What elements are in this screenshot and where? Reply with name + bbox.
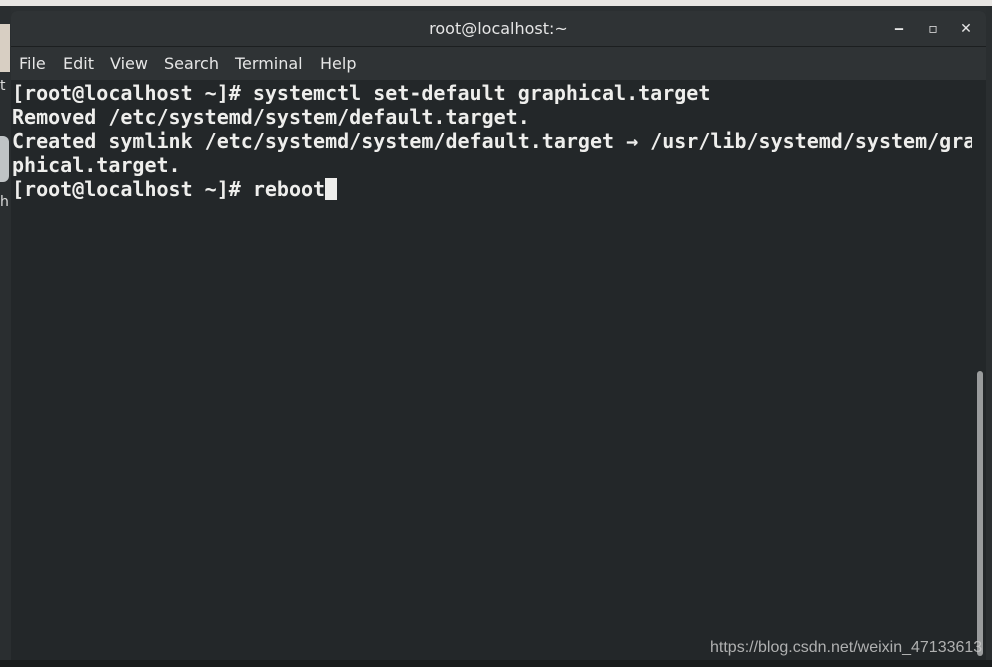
- desktop-top-bar: [0, 0, 992, 6]
- close-icon[interactable]: ✕: [956, 19, 976, 39]
- window-title: root@localhost:~: [429, 19, 568, 38]
- desktop-file-icon[interactable]: [0, 24, 10, 72]
- desktop-icon-label: t: [0, 78, 6, 94]
- scrollbar-thumb[interactable]: [977, 371, 983, 656]
- text-cursor: [325, 178, 338, 200]
- title-bar[interactable]: root@localhost:~ ‒ ▫ ✕: [11, 11, 986, 47]
- menu-search[interactable]: Search: [164, 54, 219, 73]
- terminal-window: root@localhost:~ ‒ ▫ ✕ File Edit View Se…: [11, 11, 986, 660]
- maximize-icon[interactable]: ▫: [923, 19, 943, 39]
- menu-edit[interactable]: Edit: [63, 54, 94, 73]
- terminal-line: Removed /etc/systemd/system/default.targ…: [12, 105, 530, 129]
- terminal-line: Created symlink /etc/systemd/system/defa…: [12, 129, 976, 153]
- menu-bar: File Edit View Search Terminal Help: [11, 47, 986, 80]
- desktop-background: [0, 6, 11, 667]
- scrollbar[interactable]: [972, 80, 986, 660]
- terminal-line: [root@localhost ~]# systemctl set-defaul…: [12, 81, 711, 105]
- menu-file[interactable]: File: [19, 54, 46, 73]
- menu-terminal[interactable]: Terminal: [235, 54, 303, 73]
- terminal-output[interactable]: [root@localhost ~]# systemctl set-defaul…: [11, 80, 976, 660]
- minimize-icon[interactable]: ‒: [889, 19, 909, 39]
- trash-icon[interactable]: [0, 136, 9, 182]
- menu-help[interactable]: Help: [320, 54, 356, 73]
- menu-view[interactable]: View: [110, 54, 148, 73]
- desktop-background-right: [986, 6, 992, 667]
- terminal-prompt-line: [root@localhost ~]# reboot: [12, 177, 338, 201]
- desktop-bottom: [0, 660, 992, 667]
- terminal-line: phical.target.: [12, 153, 181, 177]
- desktop-icon-label: h: [0, 194, 9, 210]
- watermark: https://blog.csdn.net/weixin_47133613: [710, 639, 983, 656]
- terminal-command: [root@localhost ~]# reboot: [12, 177, 326, 201]
